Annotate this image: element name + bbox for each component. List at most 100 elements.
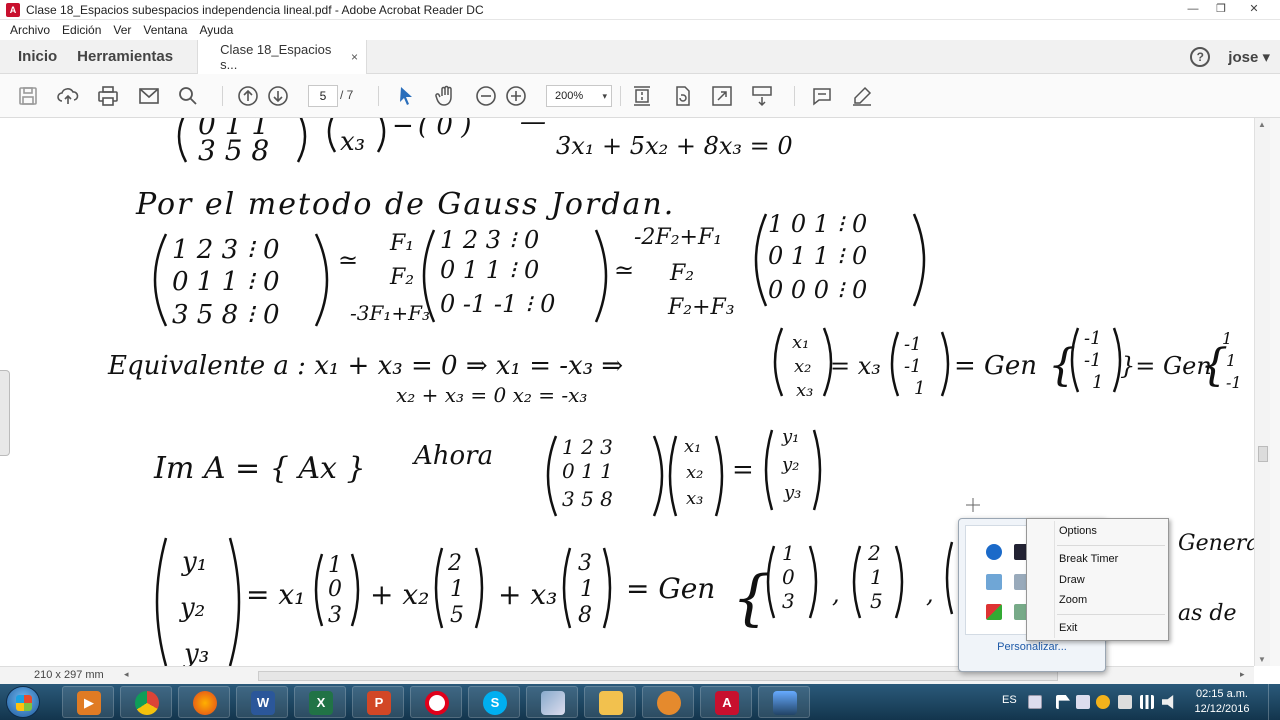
ops2-row2: F₂ [669, 261, 694, 286]
bluetooth-icon[interactable] [986, 544, 1002, 560]
network-icon[interactable] [986, 574, 1002, 590]
timer-icon[interactable] [1096, 695, 1110, 709]
zoom-out-icon[interactable] [474, 84, 498, 108]
menu-separator [1057, 545, 1165, 546]
bracket [890, 331, 900, 397]
menu-gutter [1029, 521, 1055, 638]
power-icon[interactable] [1118, 695, 1132, 709]
vec-neg2-2: -1 [1084, 350, 1102, 371]
tab-inicio[interactable]: Inicio [0, 48, 67, 65]
app-tray-icon[interactable] [986, 604, 1002, 620]
menu-item-break-timer[interactable]: Break Timer [1059, 553, 1118, 565]
bracket [314, 233, 329, 327]
page-total: / 7 [340, 88, 354, 102]
gen-c1-1: 1 [782, 541, 795, 565]
start-button[interactable] [6, 686, 40, 718]
taskbar-presenter[interactable] [642, 686, 694, 718]
scroll-down-icon[interactable]: ▼ [1258, 655, 1266, 664]
tab-document[interactable]: Clase 18_Espacios s... × [197, 39, 368, 74]
zoom-select[interactable]: 200% ▾ [546, 85, 612, 107]
scroll-mode-icon[interactable] [750, 84, 774, 108]
taskbar-excel[interactable]: X [294, 686, 346, 718]
taskbar-opera[interactable] [410, 686, 462, 718]
chrome-icon [135, 691, 159, 715]
menu-archivo[interactable]: Archivo [10, 23, 50, 37]
help-icon[interactable]: ? [1190, 47, 1211, 67]
chevron-down-icon: ▾ [1262, 49, 1270, 66]
taskbar-powerpoint[interactable]: P [352, 686, 404, 718]
top-matrix-row2: 3 5 8 [198, 134, 269, 167]
menu-edicion[interactable]: Edición [62, 23, 101, 37]
m3-row2: 0 1 1 ⁝ 0 [768, 242, 867, 270]
horizontal-scroll-thumb[interactable] [258, 671, 1058, 681]
bracket [940, 331, 950, 397]
speaker-icon[interactable] [1162, 695, 1174, 709]
hand-tool-icon[interactable] [434, 84, 458, 108]
taskbar-word[interactable]: W [236, 686, 288, 718]
tray-expand-icon[interactable] [1028, 695, 1042, 709]
taskbar-paint[interactable] [526, 686, 578, 718]
minimize-button[interactable]: — [1180, 1, 1206, 17]
vertical-scrollbar[interactable]: ▲ ▼ [1254, 118, 1270, 666]
bracket [327, 118, 337, 153]
close-tab-icon[interactable]: × [351, 50, 358, 64]
excel-icon: X [309, 691, 333, 715]
menu-item-draw[interactable]: Draw [1059, 574, 1085, 586]
prev-page-icon[interactable] [236, 84, 260, 108]
menu-ver[interactable]: Ver [113, 23, 131, 37]
dash: — [520, 118, 546, 137]
right-edge [1270, 118, 1280, 666]
menu-item-exit[interactable]: Exit [1059, 622, 1077, 634]
scroll-thumb[interactable] [1258, 446, 1268, 462]
c3-2: 1 [580, 577, 594, 602]
scroll-right-icon[interactable]: ▸ [1240, 669, 1245, 680]
signal-icon[interactable] [1140, 695, 1154, 709]
search-icon[interactable] [176, 84, 200, 108]
print-icon[interactable] [96, 84, 120, 108]
side-panel-handle[interactable] [0, 370, 10, 456]
taskbar-screen-capture[interactable] [758, 686, 810, 718]
taskbar-explorer[interactable] [584, 686, 636, 718]
bracket [153, 233, 168, 327]
page-size-label: 210 x 297 mm [34, 669, 104, 681]
show-desktop-button[interactable] [1268, 684, 1280, 720]
upload-icon[interactable] [56, 84, 80, 108]
taskbar-firefox[interactable] [178, 686, 230, 718]
clock[interactable]: 02:15 a.m. 12/12/2016 [1192, 687, 1252, 717]
rotate-icon[interactable] [670, 84, 694, 108]
scroll-left-icon[interactable]: ◂ [124, 669, 129, 680]
zoom-value: 200% [555, 90, 584, 102]
zoom-in-icon[interactable] [504, 84, 528, 108]
taskbar-skype[interactable]: S [468, 686, 520, 718]
customize-link[interactable]: Personalizar... [959, 641, 1105, 653]
maximize-button[interactable]: ❐ [1208, 1, 1234, 17]
user-menu[interactable]: jose ▾ [1228, 48, 1270, 66]
page-number-input[interactable]: 5 [308, 85, 338, 107]
taskbar-media-player[interactable]: ▶ [62, 686, 114, 718]
crosshair-cursor-icon [966, 498, 980, 512]
device-icon[interactable] [1076, 695, 1090, 709]
flag-icon[interactable] [1056, 695, 1070, 709]
taskbar-chrome[interactable] [120, 686, 172, 718]
close-button[interactable]: ✕ [1236, 1, 1272, 17]
chevron-down-icon: ▾ [602, 91, 607, 101]
mail-icon[interactable] [137, 84, 161, 108]
next-page-icon[interactable] [266, 84, 290, 108]
save-icon[interactable] [16, 84, 40, 108]
menu-ayuda[interactable]: Ayuda [199, 23, 233, 37]
full-screen-icon[interactable] [710, 84, 734, 108]
window-titlebar: A Clase 18_Espacios subespacios independ… [0, 0, 1280, 20]
taskbar-acrobat[interactable]: A [700, 686, 752, 718]
select-cursor-icon[interactable] [394, 84, 418, 108]
menu-item-zoom[interactable]: Zoom [1059, 594, 1087, 606]
sign-icon[interactable] [850, 84, 874, 108]
menu-item-options[interactable]: Options [1059, 525, 1097, 537]
comment-icon[interactable] [810, 84, 834, 108]
bracket [602, 547, 612, 629]
menu-ventana[interactable]: Ventana [143, 23, 187, 37]
tab-herramientas[interactable]: Herramientas [67, 48, 197, 65]
scroll-up-icon[interactable]: ▲ [1258, 120, 1266, 129]
language-indicator[interactable]: ES [1002, 694, 1017, 706]
toolbar-separator [378, 86, 379, 106]
fit-page-icon[interactable] [630, 84, 654, 108]
